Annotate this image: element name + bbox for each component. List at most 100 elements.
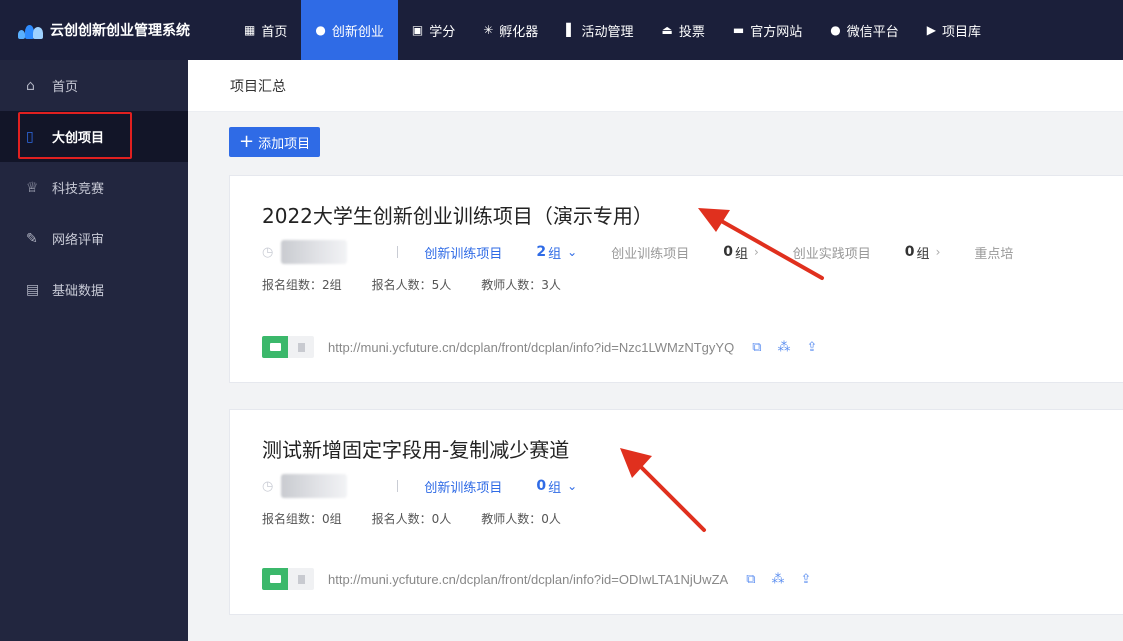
project-title[interactable]: 测试新增固定字段用-复制减少赛道 <box>262 434 569 463</box>
stat-groups: 报名组数：2组 <box>262 278 342 292</box>
chevron-right-icon: › <box>753 245 759 259</box>
breadcrumb: 项目汇总 <box>188 60 1123 112</box>
mobile-icon[interactable] <box>288 336 314 358</box>
track-name: 创业实践项目 <box>792 246 871 262</box>
add-project-button[interactable]: + 添加项目 <box>229 127 321 157</box>
pen-icon: ✎ <box>26 230 38 247</box>
nav-wechat[interactable]: ● 微信平台 <box>816 0 913 60</box>
sidebar-item-label: 首页 <box>52 80 79 95</box>
project-card: 2022大学生创新创业训练项目（演示专用） ◷ 创新训练项目 2 组 ⌄ 创业训… <box>229 175 1123 383</box>
nav-label: 创新创业 <box>331 24 384 40</box>
project-link-row: http://muni.ycfuture.cn/dcplan/front/dcp… <box>262 568 827 590</box>
nav-innovation[interactable]: ● 创新创业 <box>301 0 398 60</box>
sparkle-icon: ✳ <box>483 23 494 37</box>
device-toggle[interactable] <box>262 336 314 358</box>
sidebar-item-label: 大创项目 <box>52 131 105 146</box>
data-icon: ▤ <box>26 281 40 298</box>
track-startup-practice[interactable]: 创业实践项目 0 组 › <box>793 243 941 262</box>
track-unit: 组 <box>548 480 562 496</box>
chevron-down-icon: ⌄ <box>567 245 578 259</box>
nav-vote[interactable]: ⏏ 投票 <box>648 0 719 60</box>
stat-people: 报名人数：5人 <box>371 278 452 292</box>
share-icon[interactable]: ⇪ <box>800 572 811 587</box>
logo-icon <box>18 21 44 39</box>
share-icon[interactable]: ⇪ <box>807 340 818 355</box>
sidebar-item-label: 网络评审 <box>52 233 105 248</box>
track-startup-training[interactable]: 创业训练项目 0 组 › <box>611 243 759 262</box>
sidebar-item-online-review[interactable]: ✎ 网络评审 <box>0 213 188 264</box>
track-count: 0 <box>904 244 915 260</box>
nav-credits[interactable]: ▣ 学分 <box>398 0 469 60</box>
track-count: 0 <box>536 478 547 494</box>
home-icon: ⌂ <box>26 77 35 94</box>
track-innovation-training[interactable]: 创新训练项目 0 组 ⌄ <box>424 477 577 496</box>
project-url[interactable]: http://muni.ycfuture.cn/dcplan/front/dcp… <box>328 340 734 355</box>
track-name: 创新训练项目 <box>424 246 503 262</box>
nav-label: 投票 <box>678 24 705 40</box>
chevron-right-icon: › <box>935 245 941 259</box>
stat-teachers: 教师人数：0人 <box>481 512 561 526</box>
track-name: 创新训练项目 <box>424 480 503 496</box>
blurred-date <box>281 240 348 264</box>
track-count: 0 <box>723 244 733 260</box>
nav-website[interactable]: ▬ 官方网站 <box>719 0 816 60</box>
project-url[interactable]: http://muni.ycfuture.cn/dcplan/front/dcp… <box>328 572 728 587</box>
track-key-cultivation[interactable]: 重点培 <box>974 243 1047 262</box>
flag-icon: ▌ <box>566 23 576 37</box>
blurred-date <box>281 474 348 498</box>
page-title: 项目汇总 <box>230 78 286 95</box>
sidebar-item-competitions[interactable]: ♕ 科技竞赛 <box>0 162 188 213</box>
toolbar: + 添加项目 <box>188 112 1123 172</box>
app-title: 云创创新创业管理系统 <box>50 23 190 39</box>
bulb-icon: ● <box>315 23 326 37</box>
track-unit: 组 <box>548 246 562 262</box>
track-count: 2 <box>536 244 547 260</box>
sidebar-item-basic-data[interactable]: ▤ 基础数据 <box>0 264 188 315</box>
copy-icon[interactable]: ⧉ <box>746 572 755 587</box>
nav-label: 学分 <box>429 24 456 40</box>
sidebar-item-home[interactable]: ⌂ 首页 <box>0 60 188 111</box>
nav-activities[interactable]: ▌ 活动管理 <box>552 0 647 60</box>
qrcode-icon[interactable]: ⁂ <box>778 340 791 355</box>
track-name: 重点培 <box>974 246 1014 262</box>
main-content: 项目汇总 + 添加项目 2022大学生创新创业训练项目（演示专用） ◷ 创新训练… <box>188 60 1123 641</box>
project-meta-row: ◷ 创新训练项目 2 组 ⌄ 创业训练项目 0 组 › 创业实践项目 0 组 › <box>262 240 1081 264</box>
nav-label: 微信平台 <box>846 24 899 40</box>
nav-incubator[interactable]: ✳ 孵化器 <box>469 0 552 60</box>
device-toggle[interactable] <box>262 568 314 590</box>
image-icon: ▣ <box>411 23 424 37</box>
project-link-row: http://muni.ycfuture.cn/dcplan/front/dcp… <box>262 336 833 358</box>
sidebar-item-dachuang-projects[interactable]: ▯ 大创项目 <box>0 111 188 162</box>
track-unit: 组 <box>916 246 930 262</box>
monitor-icon: ▬ <box>732 23 745 37</box>
divider <box>397 480 399 492</box>
grid-icon: ▦ <box>244 23 256 37</box>
project-stats: 报名组数：0组 报名人数：0人 教师人数：0人 <box>262 510 591 527</box>
project-title[interactable]: 2022大学生创新创业训练项目（演示专用） <box>262 200 653 229</box>
track-innovation-training[interactable]: 创新训练项目 2 组 ⌄ <box>424 243 577 262</box>
nav-home[interactable]: ▦ 首页 <box>230 0 301 60</box>
mobile-icon[interactable] <box>288 568 314 590</box>
nav-label: 孵化器 <box>499 24 539 40</box>
project-stats: 报名组数：2组 报名人数：5人 教师人数：3人 <box>262 276 591 293</box>
nav-project-library[interactable]: ▶ 项目库 <box>913 0 995 60</box>
track-unit: 组 <box>734 246 748 262</box>
ballot-icon: ⏏ <box>661 23 673 37</box>
stat-teachers: 教师人数：3人 <box>481 278 561 292</box>
brand[interactable]: 云创创新创业管理系统 <box>0 0 230 60</box>
sidebar: ⌂ 首页 ▯ 大创项目 ♕ 科技竞赛 ✎ 网络评审 ▤ 基础数据 <box>0 60 188 641</box>
chat-icon: ● <box>830 23 841 37</box>
desktop-icon[interactable] <box>262 336 288 358</box>
qrcode-icon[interactable]: ⁂ <box>771 572 784 587</box>
nav-label: 活动管理 <box>581 24 634 40</box>
divider <box>397 246 399 258</box>
main-nav: ▦ 首页 ● 创新创业 ▣ 学分 ✳ 孵化器 ▌ 活动管理 ⏏ 投票 ▬ 官方网站 ● 微信平台… <box>230 0 995 60</box>
sidebar-item-label: 基础数据 <box>52 284 105 299</box>
chevron-down-icon: ⌄ <box>567 479 578 493</box>
track-name: 创业训练项目 <box>611 246 690 262</box>
nav-label: 项目库 <box>942 24 982 40</box>
project-icon: ▯ <box>26 128 34 145</box>
nav-label: 首页 <box>261 24 288 40</box>
desktop-icon[interactable] <box>262 568 288 590</box>
copy-icon[interactable]: ⧉ <box>752 340 761 355</box>
